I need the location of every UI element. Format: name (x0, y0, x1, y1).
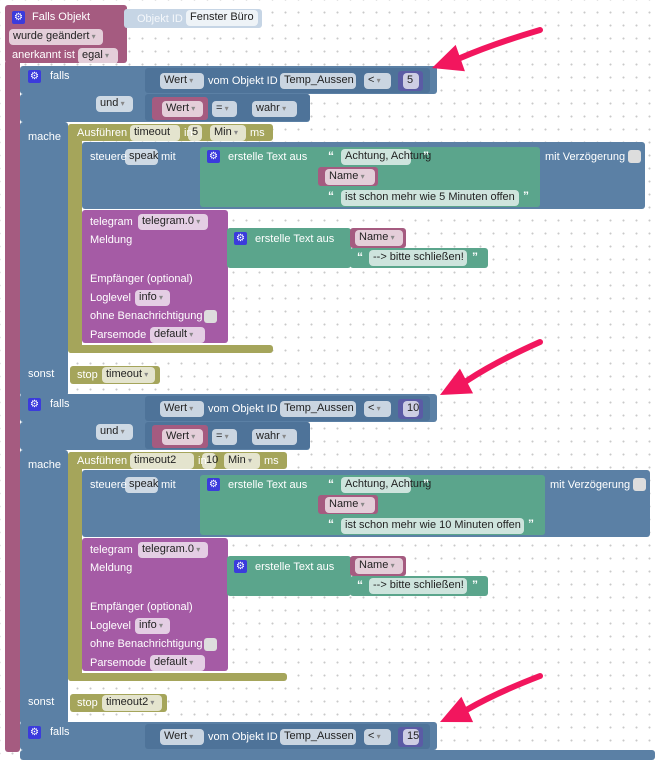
red-arrow-icon (432, 27, 543, 72)
red-arrow-icon (440, 339, 543, 395)
annotation-arrows (432, 27, 543, 723)
red-arrow-icon (440, 673, 543, 723)
